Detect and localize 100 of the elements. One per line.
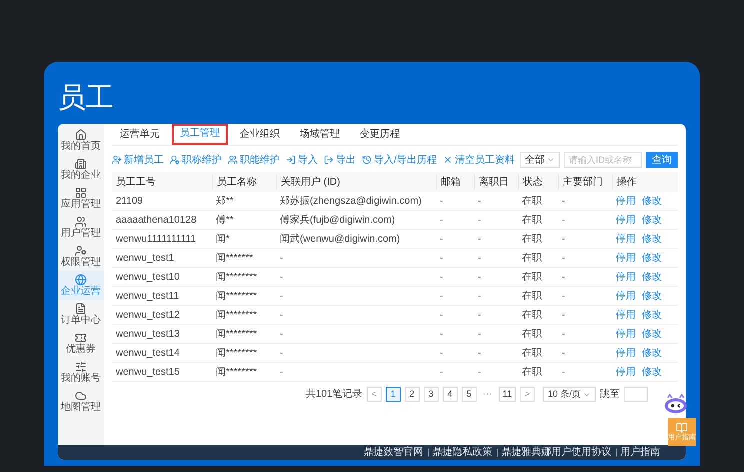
action-link[interactable]: 修改 (642, 212, 662, 228)
action-link[interactable]: 修改 (642, 308, 662, 322)
toolbar-button[interactable]: 职能维护 (228, 152, 280, 168)
table-cell-text: aaaaathena10128 (115, 214, 198, 228)
sidebar-item[interactable]: 应用管理 (58, 184, 104, 213)
action-link[interactable]: 修改 (642, 232, 662, 246)
action-link[interactable]: 停用 (616, 232, 636, 246)
table-cell-text: - (561, 290, 566, 304)
action-link[interactable]: 修改 (642, 194, 662, 208)
action-link[interactable]: 停用 (616, 212, 636, 228)
robot-assistant-icon[interactable] (664, 394, 688, 414)
table-cell-text: - (477, 214, 482, 228)
action-link[interactable]: 停用 (616, 326, 636, 342)
search-field[interactable]: 请输入ID或名称 (564, 152, 642, 168)
table-cell-text: - (279, 346, 284, 360)
page-button[interactable]: 3 (424, 387, 439, 402)
sidebar-item[interactable]: 订单中心 (58, 300, 104, 329)
action-link[interactable]: 停用 (616, 346, 636, 360)
table-cell-text: 在职 (521, 270, 543, 284)
footer-link[interactable]: 鼎捷隐私政策 (432, 445, 492, 460)
table-cell-text: - (279, 290, 284, 304)
toolbar-button[interactable]: 职称维护 (170, 152, 222, 168)
table-cell-text: - (561, 252, 566, 266)
action-link[interactable]: 修改 (642, 346, 662, 360)
column-header: 离职日 (474, 174, 518, 190)
footer-link[interactable]: 鼎捷数智官网 (364, 445, 424, 460)
table-cell-text: 闻******** (215, 346, 258, 360)
page-size-select[interactable]: 10 条/页 (542, 387, 596, 402)
table-cell-text: - (561, 214, 566, 228)
query-button[interactable]: 查询 (646, 152, 678, 168)
table-cell-text: 在职 (521, 252, 543, 266)
tab[interactable]: 运营单元 (112, 124, 168, 145)
toolbar-button[interactable]: 清空员工资料 (442, 152, 515, 168)
page-button[interactable]: 4 (442, 387, 458, 402)
sidebar-item[interactable]: 我的企业 (58, 155, 104, 184)
action-link[interactable]: 修改 (642, 364, 662, 380)
tab[interactable]: 员工管理 (172, 124, 228, 145)
table-cell-text: 在职 (521, 308, 543, 322)
table-cell-text: - (439, 270, 444, 284)
table-cell-text: 闻******** (215, 366, 258, 380)
action-link[interactable]: 修改 (642, 288, 662, 304)
next-page-button[interactable]: > (520, 387, 535, 402)
sidebar-item[interactable]: 我的首页 (58, 126, 104, 155)
house-icon (75, 129, 87, 141)
sidebar-item[interactable]: 权限管理 (58, 242, 104, 271)
table-cell-text: - (561, 366, 566, 380)
toolbar-button[interactable]: 新增员工 (112, 152, 164, 168)
table-cell-text: - (561, 194, 566, 208)
action-link[interactable]: 修改 (642, 270, 662, 284)
total-count: 共101笔记录 (306, 388, 363, 402)
footer-link[interactable]: 鼎捷雅典娜用户使用协议 (502, 445, 612, 460)
action-link[interactable]: 修改 (642, 326, 662, 342)
sidebar-item[interactable]: 优惠券 (58, 329, 104, 358)
page-button[interactable]: 2 (404, 387, 420, 402)
import-icon (286, 155, 296, 165)
sliders-icon (75, 361, 87, 373)
action-link[interactable]: 停用 (616, 288, 636, 304)
sidebar-item[interactable]: 我的账号 (58, 358, 104, 387)
action-link[interactable]: 修改 (642, 250, 662, 266)
column-header: 主要部门 (558, 174, 612, 190)
tab[interactable]: 场域管理 (292, 124, 348, 145)
column-header: 状态 (518, 174, 558, 190)
column-header: 邮箱 (436, 174, 474, 190)
action-link[interactable]: 停用 (616, 250, 636, 266)
sidebar-item[interactable]: 企业运营 (58, 271, 104, 300)
table-cell-text: 傅家兵(fujb@digiwin.com) (279, 214, 396, 228)
jump-field[interactable] (624, 387, 648, 402)
table-cell-text: - (279, 252, 284, 266)
sidebar-item[interactable]: 用户管理 (58, 213, 104, 242)
page-button[interactable]: 11 (498, 387, 516, 402)
table-cell-text: - (439, 366, 444, 380)
table-cell-text: - (477, 366, 482, 380)
tab[interactable]: 企业组织 (232, 124, 288, 145)
tab[interactable]: 变更历程 (352, 124, 408, 145)
table-cell-text: 闻* (215, 232, 231, 246)
table-cell-text: - (439, 214, 444, 228)
footer-link[interactable]: 用户指南 (620, 445, 660, 460)
table-cell-text: 郑** (215, 194, 235, 208)
table-cell-text: 在职 (521, 346, 543, 360)
toolbar-button[interactable]: 导入/导出历程 (362, 152, 437, 168)
user-gear-icon (170, 155, 180, 165)
page-button[interactable]: 1 (386, 387, 401, 402)
sidebar-item[interactable]: 地图管理 (58, 387, 104, 416)
table-cell-text: - (279, 270, 284, 284)
building-icon (75, 158, 87, 170)
table-cell-text: - (439, 290, 444, 304)
previous-page-button[interactable]: < (366, 387, 382, 402)
toolbar-button[interactable]: 导出 (324, 152, 356, 168)
action-link[interactable]: 停用 (616, 308, 636, 322)
action-link[interactable]: 停用 (616, 270, 636, 284)
filter-select[interactable]: 全部 (520, 152, 560, 168)
action-link[interactable]: 停用 (616, 364, 636, 380)
toolbar-button[interactable]: 导入 (286, 152, 318, 168)
user-gear-icon (75, 245, 87, 257)
page-button[interactable]: 5 (462, 387, 477, 402)
action-link[interactable]: 停用 (616, 194, 636, 208)
export-icon (324, 155, 334, 165)
ticket-icon (75, 332, 87, 344)
users-icon (228, 155, 238, 165)
table-cell-text: wenwu_test10 (115, 270, 181, 284)
